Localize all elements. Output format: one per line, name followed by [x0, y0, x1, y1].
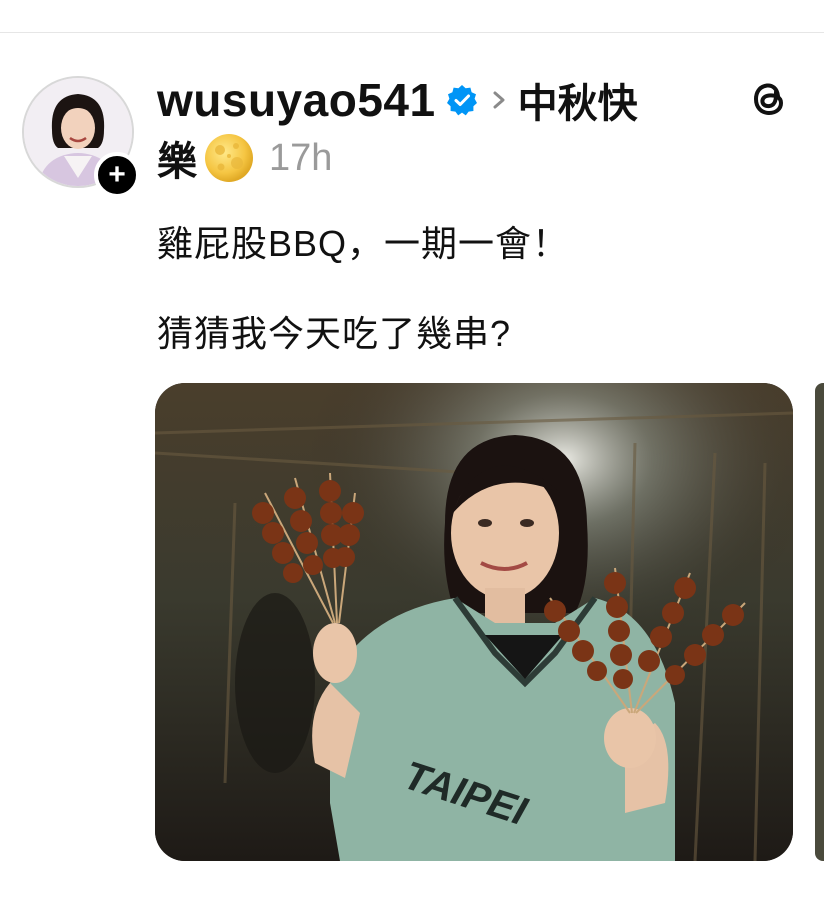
- post-photo[interactable]: TAIPEI: [155, 383, 793, 861]
- post-timestamp: 17h: [269, 136, 333, 179]
- post-header: wusuyao541 中秋快: [157, 70, 638, 130]
- threads-logo-icon[interactable]: [748, 76, 792, 120]
- full-moon-emoji: [205, 134, 253, 182]
- follow-button[interactable]: +: [94, 152, 140, 198]
- topic-tag-line1[interactable]: 中秋快: [518, 71, 638, 129]
- follow-plus-label: +: [108, 158, 126, 191]
- chevron-right-icon: [493, 91, 505, 109]
- username-link[interactable]: wusuyao541: [157, 73, 436, 127]
- post-header-line2: 樂 17h: [157, 128, 332, 188]
- post-text-line1: 雞屁股BBQ，一期一會！: [157, 223, 570, 264]
- topic-tag-line2[interactable]: 樂: [157, 129, 197, 187]
- verified-badge-icon: [446, 85, 477, 116]
- post-text-line2: 猜猜我今天吃了幾串?: [157, 313, 512, 354]
- next-photo-preview[interactable]: [815, 383, 824, 861]
- top-divider: [0, 32, 824, 33]
